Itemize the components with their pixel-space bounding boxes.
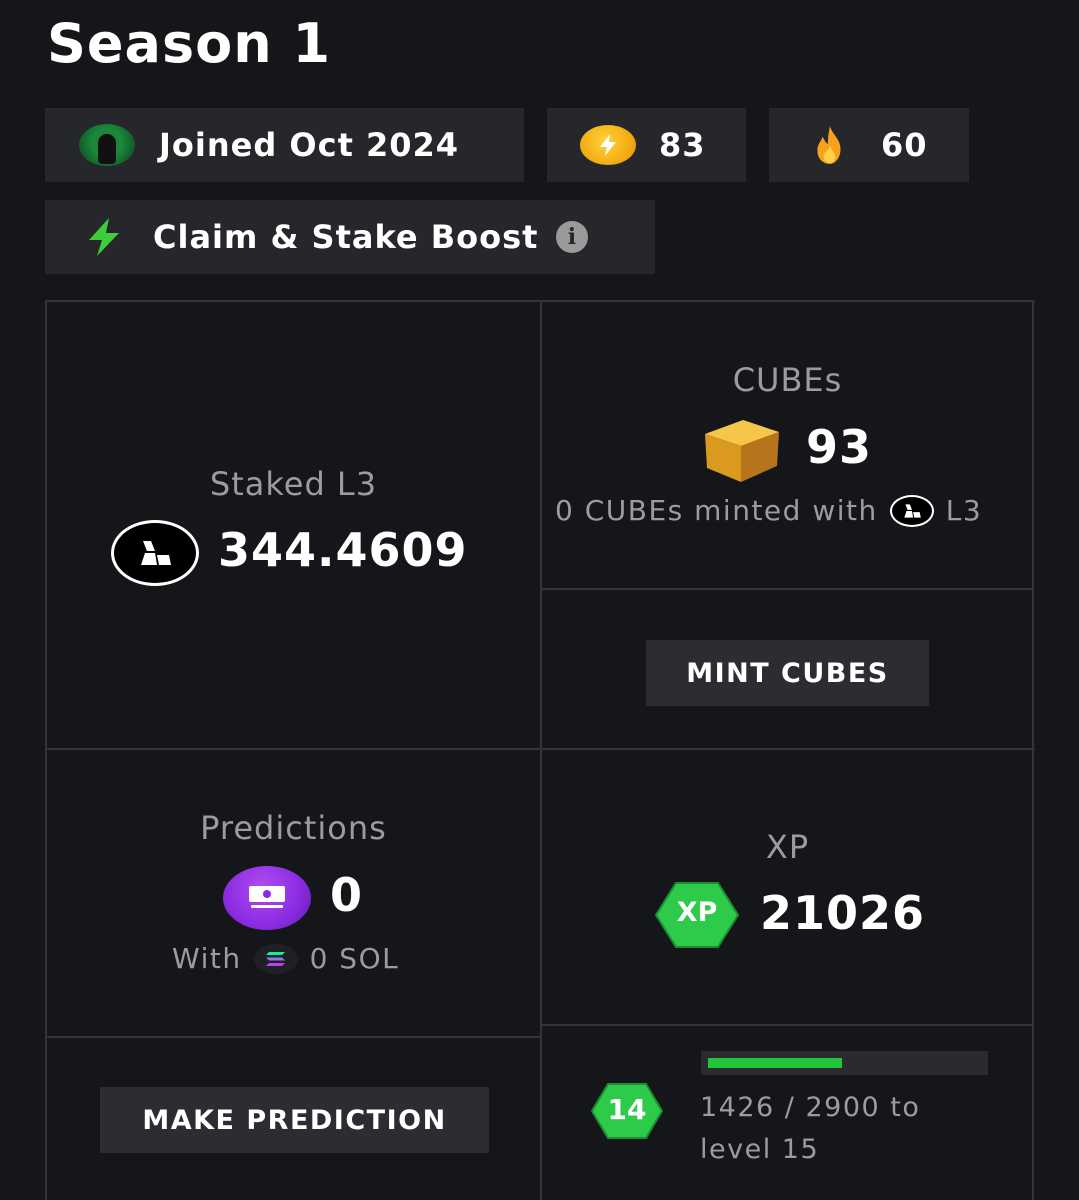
boost-label: Claim & Stake Boost <box>153 218 539 256</box>
cube-icon <box>705 420 779 482</box>
level-progress-text-line1: 1426 / 2900 to <box>700 1092 921 1123</box>
predictions-sol-value: 0 SOL <box>309 942 400 975</box>
bolt-coin-icon <box>580 125 636 165</box>
l3-small-icon <box>889 494 934 527</box>
grid-divider-cubes <box>541 588 1034 590</box>
xp-label: XP <box>765 828 810 866</box>
staked-value: 344.4609 <box>218 523 468 577</box>
grid-center-divider <box>540 300 542 1200</box>
level-progress-bar <box>701 1051 988 1075</box>
bolt-icon <box>89 218 119 256</box>
cubes-minted-token: L3 <box>945 494 983 527</box>
joined-label: Joined Oct 2024 <box>159 126 460 164</box>
grid-divider-middle <box>45 748 1035 750</box>
predictions-label: Predictions <box>200 809 387 847</box>
solana-icon <box>253 943 298 974</box>
grid-divider-predictions <box>45 1036 541 1038</box>
cubes-minted-text: 0 CUBEs minted with <box>555 494 878 527</box>
streak-count: 60 <box>881 126 928 164</box>
staked-label: Staked L3 <box>209 465 378 503</box>
xp-value: 21026 <box>760 886 926 940</box>
prediction-ticket-icon <box>223 866 311 930</box>
grid-divider-xp <box>541 1024 1034 1026</box>
fire-icon <box>817 126 841 164</box>
level-badge: 14 <box>590 1082 664 1140</box>
bolt-count: 83 <box>659 126 706 164</box>
make-prediction-button[interactable]: MAKE PREDICTION <box>100 1087 489 1153</box>
info-icon[interactable]: i <box>556 221 589 253</box>
avatar <box>79 124 135 166</box>
predictions-value: 0 <box>330 868 364 922</box>
predictions-sol-line: With 0 SOL <box>172 942 399 975</box>
xp-badge-icon: XP <box>654 881 740 949</box>
xp-badge-text: XP <box>676 897 718 928</box>
grid-left-border <box>45 300 47 1200</box>
page-title: Season 1 <box>47 12 332 75</box>
joined-chip: Joined Oct 2024 <box>45 108 524 182</box>
claim-stake-boost-chip[interactable]: Claim & Stake Boost i <box>45 200 655 274</box>
l3-logo-icon <box>111 520 199 586</box>
cubes-value: 93 <box>806 420 873 474</box>
level-badge-number: 14 <box>607 1093 647 1126</box>
predictions-with-label: With <box>172 942 242 975</box>
bolt-count-chip: 83 <box>547 108 746 182</box>
mint-cubes-button[interactable]: MINT CUBES <box>646 640 929 706</box>
level-progress-text-line2: level 15 <box>700 1134 820 1165</box>
cubes-label: CUBEs <box>732 361 843 399</box>
grid-right-border <box>1032 300 1034 1200</box>
level-progress-fill <box>708 1058 842 1068</box>
streak-chip: 60 <box>769 108 969 182</box>
cubes-minted-line: 0 CUBEs minted with L3 <box>555 494 1025 527</box>
